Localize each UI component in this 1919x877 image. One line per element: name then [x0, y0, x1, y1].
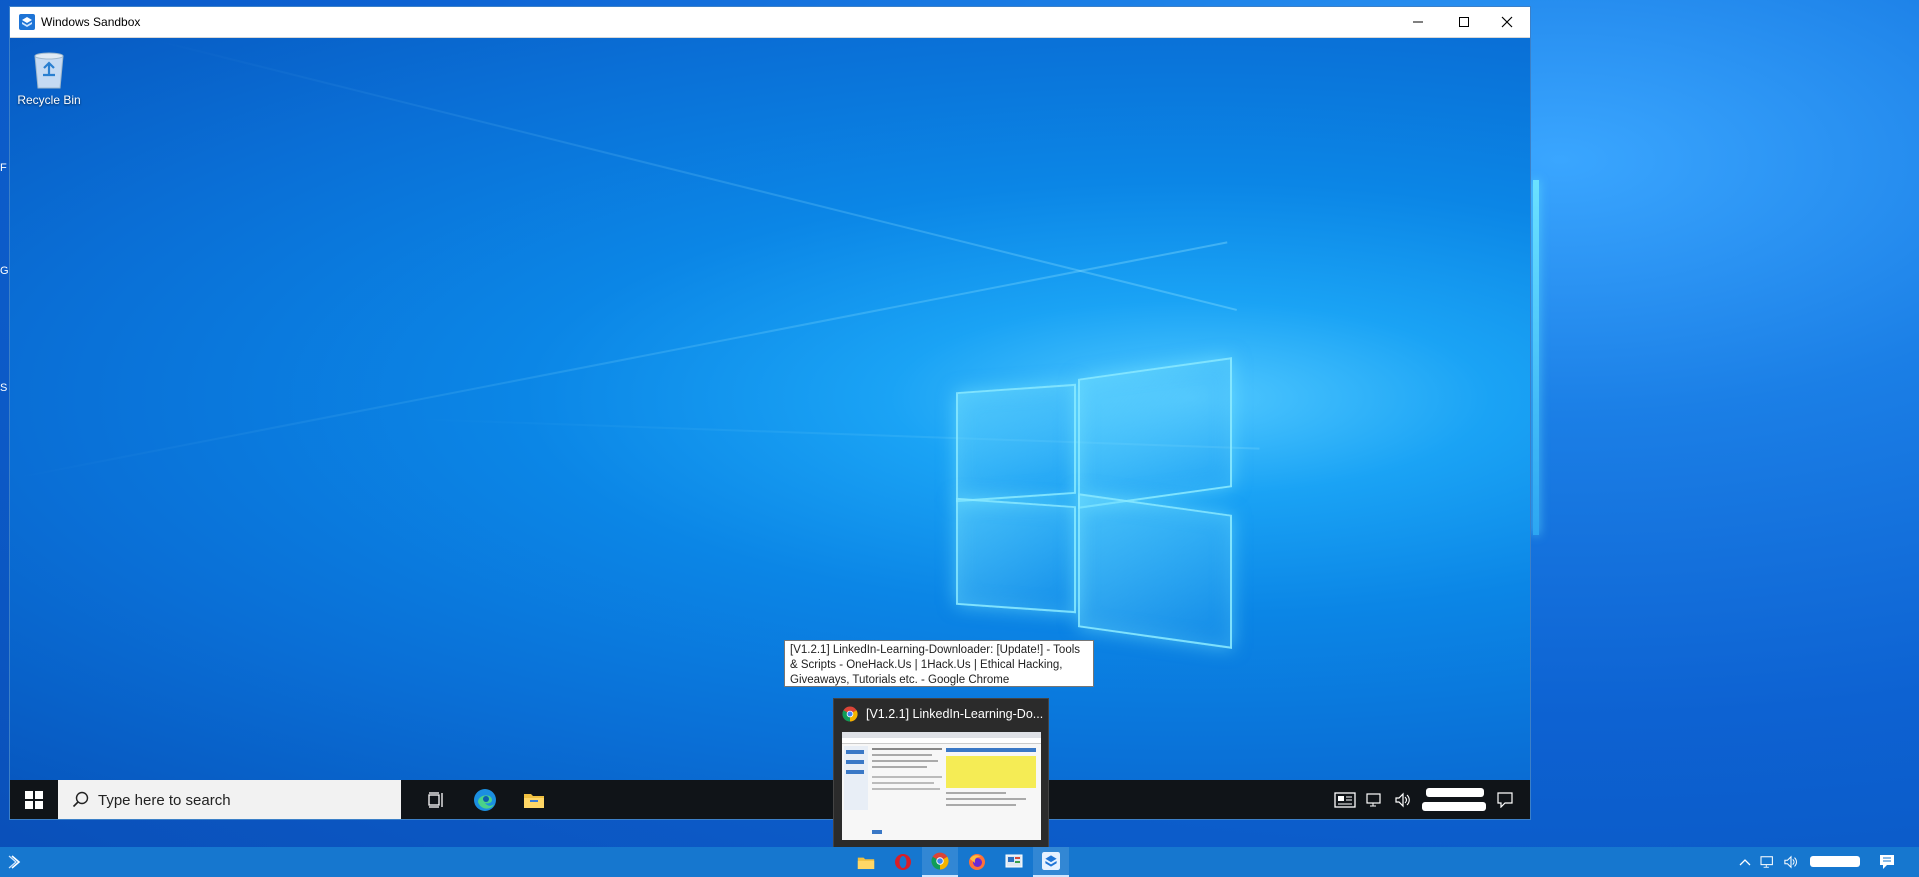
volume-button[interactable] [1388, 780, 1418, 819]
network-icon [1366, 792, 1381, 806]
host-taskbar-powershell[interactable] [0, 847, 36, 877]
windows-sandbox-icon [19, 14, 35, 30]
volume-icon [1784, 855, 1797, 869]
host-wallpaper-glow [1533, 180, 1539, 535]
network-button[interactable] [1360, 780, 1390, 819]
opera-icon [895, 854, 911, 870]
host-volume-button[interactable] [1779, 847, 1803, 877]
host-action-center-button[interactable] [1870, 847, 1904, 877]
close-icon [1501, 16, 1513, 28]
taskbar-file-explorer[interactable] [510, 780, 558, 819]
show-hidden-icons-button[interactable] [1732, 847, 1758, 877]
windows-logo-pane [956, 497, 1076, 614]
minimize-icon [1413, 21, 1423, 23]
file-explorer-icon [524, 793, 544, 808]
windows-logo-pane [1078, 493, 1232, 649]
host-desktop-icon-label: S [0, 382, 8, 394]
guest-desktop[interactable]: Recycle Bin [10, 38, 1530, 780]
host-taskbar [0, 847, 1919, 877]
desktop-icon-recycle-bin[interactable]: Recycle Bin [17, 48, 81, 107]
windows-sandbox-icon [1042, 852, 1060, 870]
control-panel-icon [1005, 854, 1023, 868]
guest-taskbar: Type here to search [10, 780, 1530, 819]
file-explorer-icon [857, 857, 875, 869]
notification-icon [1880, 855, 1894, 869]
edge-icon [474, 788, 496, 811]
close-button[interactable] [1484, 7, 1530, 37]
host-network-button[interactable] [1756, 847, 1780, 877]
maximize-button[interactable] [1441, 7, 1487, 37]
start-button[interactable] [10, 780, 58, 819]
window-title: Windows Sandbox [41, 15, 141, 29]
window-titlebar[interactable]: Windows Sandbox [10, 7, 1530, 38]
redacted-clock-date [1422, 802, 1486, 811]
host-taskbar-firefox[interactable] [959, 847, 995, 877]
notification-icon [1497, 791, 1513, 808]
minimize-button[interactable] [1395, 7, 1441, 37]
host-taskbar-file-explorer[interactable] [848, 847, 884, 877]
windows-logo-pane [956, 383, 1076, 503]
taskbar-tooltip: [V1.2.1] LinkedIn-Learning-Downloader: [… [784, 640, 1094, 687]
powershell-icon [8, 855, 21, 869]
redacted-clock-time [1426, 788, 1484, 797]
redacted-host-clock [1810, 856, 1860, 867]
desktop-icon-label: Recycle Bin [17, 93, 81, 107]
network-icon [1760, 856, 1773, 868]
host-taskbar-control-panel[interactable] [996, 847, 1032, 877]
news-icon [1334, 791, 1356, 808]
firefox-icon [969, 854, 985, 870]
windows-start-icon [25, 790, 43, 809]
search-placeholder: Type here to search [98, 792, 231, 809]
maximize-icon [1459, 17, 1469, 27]
thumbnail-preview-image [842, 732, 1041, 840]
chrome-icon [931, 852, 949, 870]
taskbar-edge[interactable] [461, 780, 509, 819]
chrome-window-thumbnail[interactable]: [V1.2.1] LinkedIn-Learning-Do... [833, 698, 1049, 848]
action-center-button[interactable] [1487, 780, 1523, 819]
host-taskbar-opera[interactable] [885, 847, 921, 877]
task-view-button[interactable] [412, 780, 460, 819]
recycle-bin-icon [34, 52, 64, 89]
windows-sandbox-window[interactable]: Windows Sandbox Recycle Bin Type here to… [10, 7, 1530, 819]
host-desktop-icon-label: G [0, 265, 9, 277]
task-view-icon [428, 791, 443, 808]
chevron-up-icon [1739, 859, 1751, 866]
host-desktop-icon-label: F [0, 162, 7, 174]
host-taskbar-windows-sandbox[interactable] [1033, 847, 1069, 877]
windows-logo-pane [1078, 357, 1232, 509]
search-input[interactable]: Type here to search [58, 780, 401, 819]
chrome-icon [842, 706, 858, 722]
search-icon [72, 791, 89, 808]
volume-icon [1395, 792, 1410, 807]
thumbnail-title: [V1.2.1] LinkedIn-Learning-Do... [866, 707, 1044, 721]
wallpaper-beam [149, 38, 1237, 311]
host-taskbar-chrome[interactable] [922, 847, 958, 877]
